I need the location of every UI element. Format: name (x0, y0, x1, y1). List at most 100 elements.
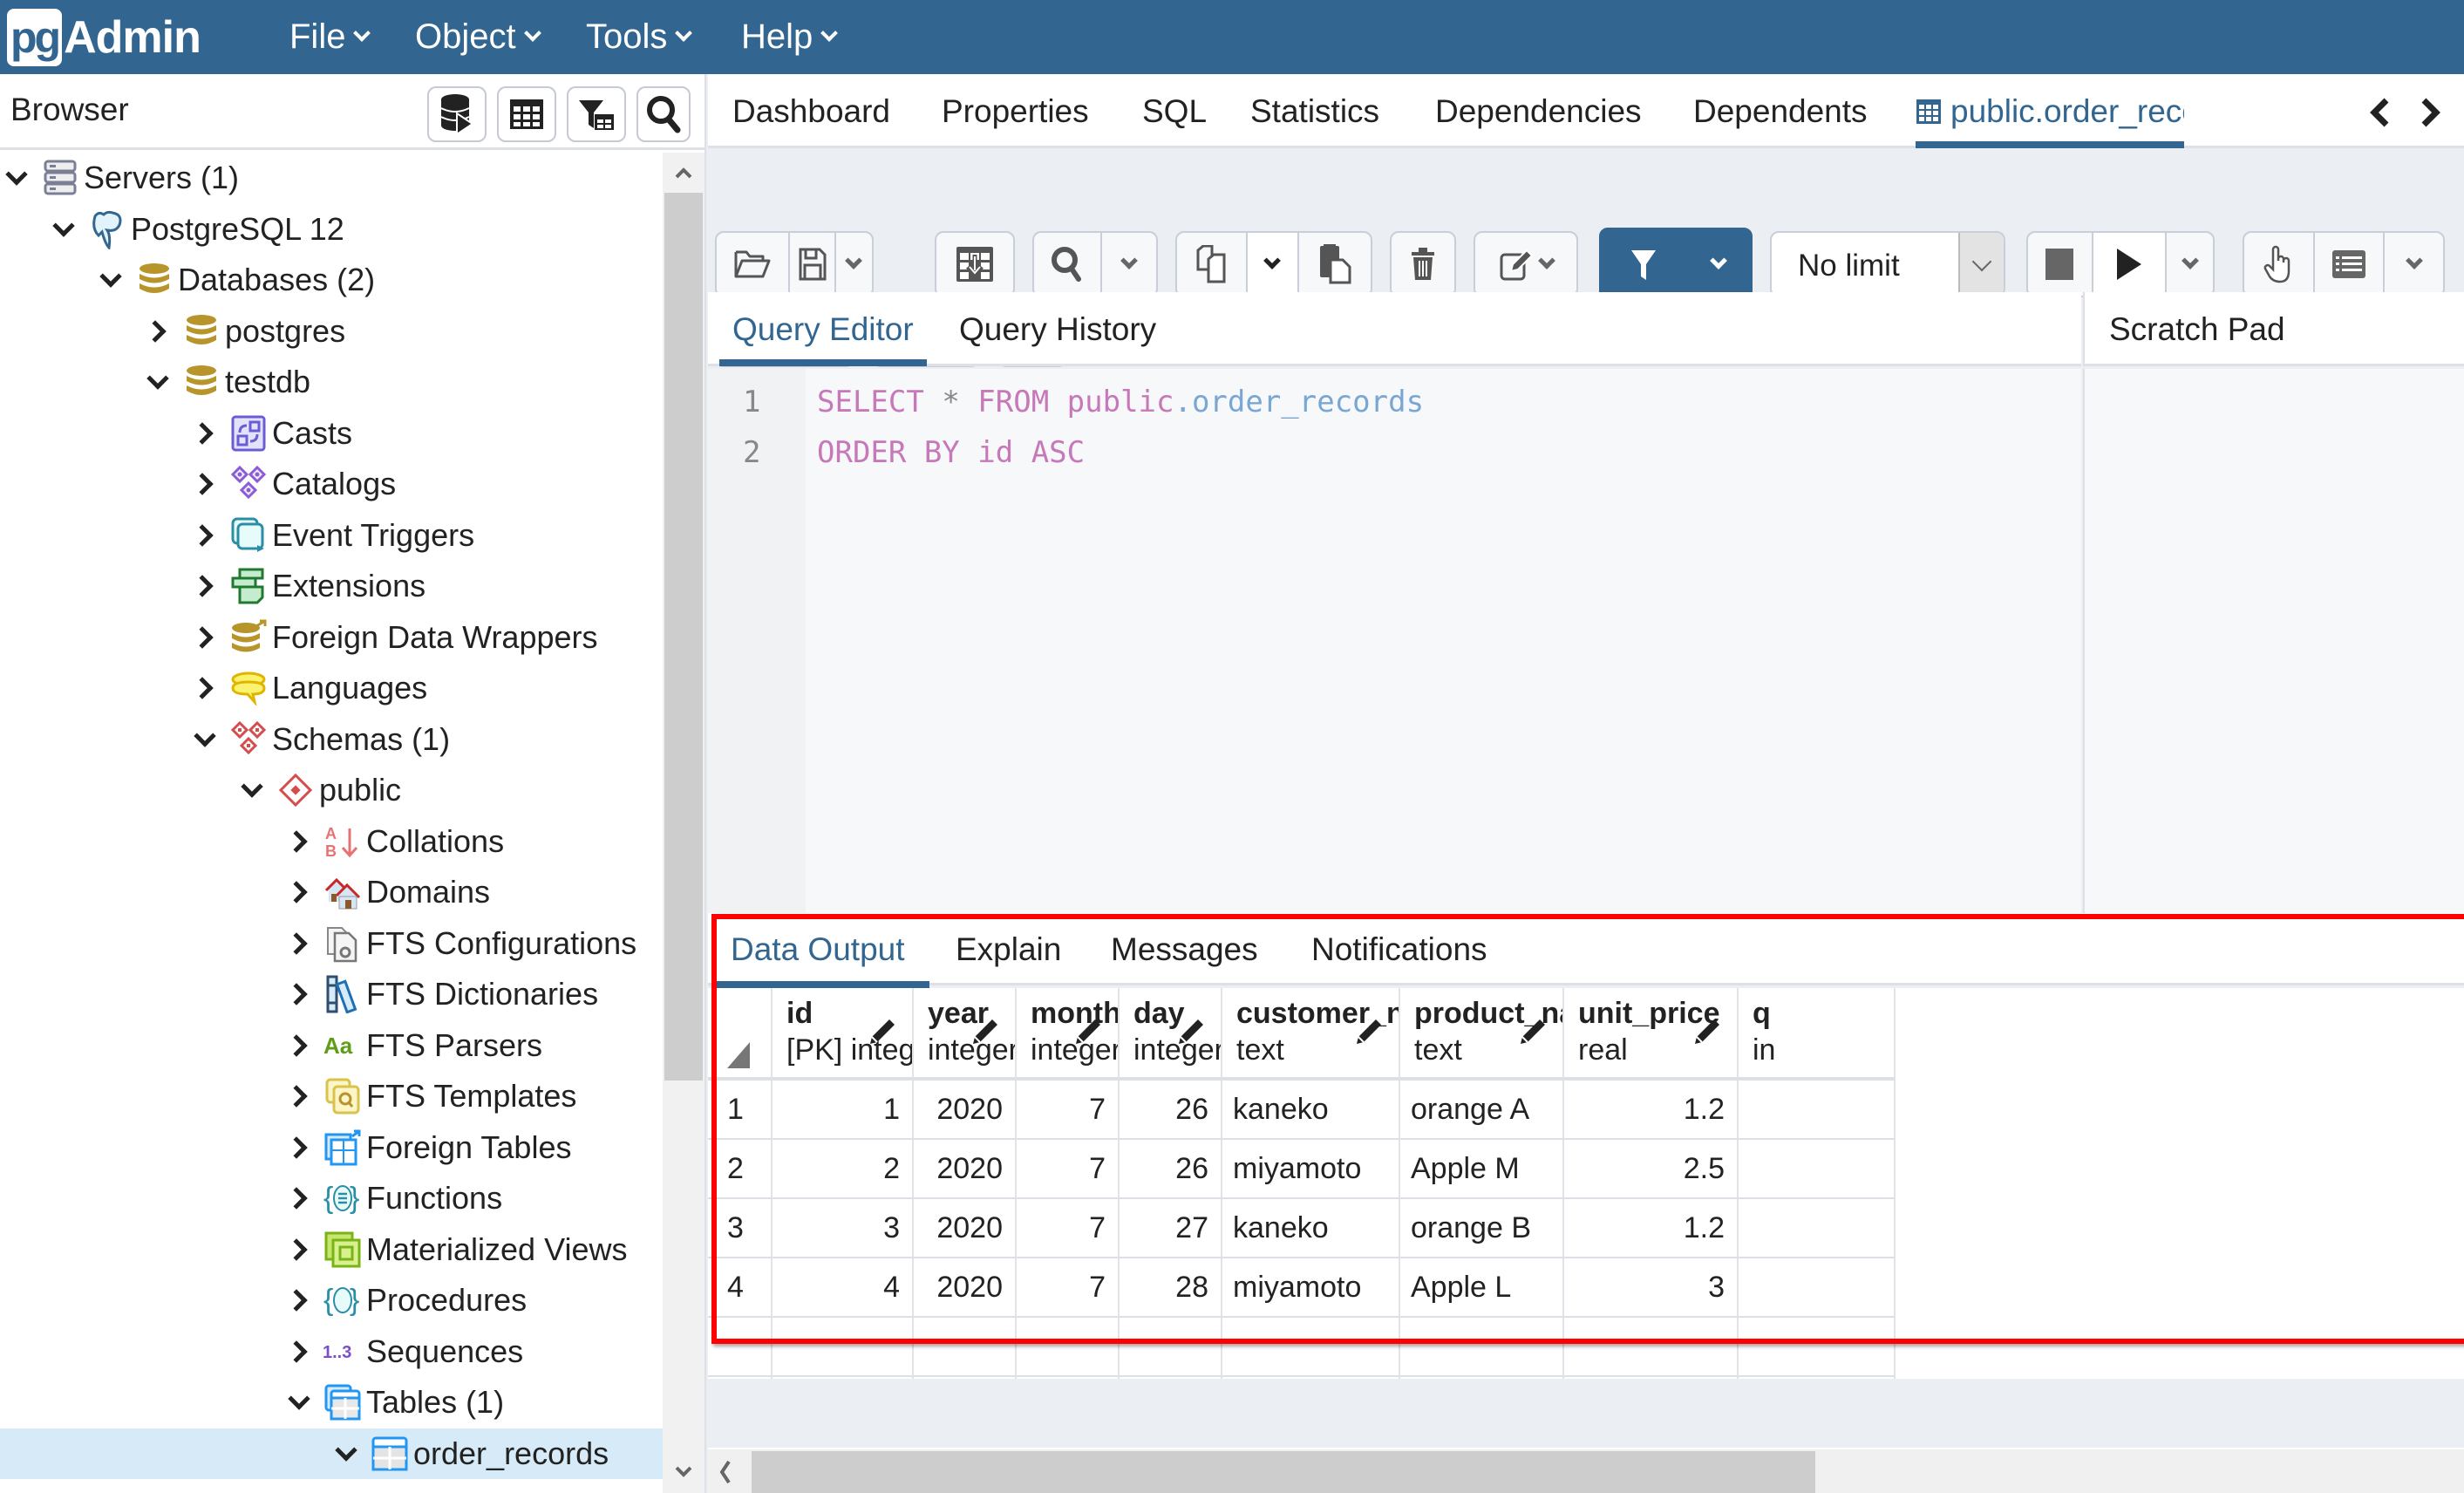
view-data-button[interactable] (497, 86, 556, 142)
horizontal-scrollbar-thumb[interactable] (752, 1451, 1815, 1493)
tab-dashboard[interactable]: Dashboard (732, 74, 890, 148)
chevron-right-icon[interactable] (192, 471, 218, 497)
tree-node-postgresql-12[interactable]: PostgreSQL 12 (0, 204, 663, 255)
tab-query-tool[interactable]: public.order_records/testd (1916, 74, 2184, 148)
chevron-down-icon[interactable] (145, 369, 171, 395)
menu-help[interactable]: Help (741, 0, 839, 74)
execute-button[interactable] (2093, 233, 2168, 296)
tab-data-output[interactable]: Data Output (713, 913, 929, 988)
chevron-right-icon[interactable] (286, 1287, 312, 1313)
tree-node-schemas-1[interactable]: Schemas (1) (0, 714, 663, 765)
grid-cell-month[interactable]: 7 (1017, 1258, 1120, 1318)
explain-dropdown-button[interactable] (2385, 233, 2443, 296)
tree-node-materialized-views[interactable]: Materialized Views (0, 1224, 663, 1275)
copy-button[interactable] (1177, 233, 1248, 296)
grid-cell-q[interactable] (1739, 1258, 1896, 1318)
row-number-cell[interactable]: 4 (708, 1258, 773, 1318)
grid-cell-day[interactable]: 27 (1120, 1199, 1222, 1258)
grid-cell-customer-name[interactable]: miyamoto (1222, 1258, 1400, 1318)
menu-object[interactable]: Object (415, 0, 541, 74)
grid-cell-id[interactable]: 1 (773, 1081, 914, 1140)
scroll-up-icon[interactable] (673, 163, 694, 184)
tab-dependencies[interactable]: Dependencies (1435, 74, 1642, 148)
chevron-right-icon[interactable] (192, 420, 218, 447)
chevron-down-icon[interactable] (192, 726, 218, 753)
filter-dropdown-button[interactable] (1686, 229, 1751, 299)
paste-row-button[interactable] (1299, 233, 1371, 296)
grid-cell-customer-name[interactable]: miyamoto (1222, 1140, 1400, 1199)
column-header-customer-name[interactable]: customer_nametext (1222, 988, 1400, 1081)
save-file-button[interactable] (790, 233, 836, 296)
delete-row-button[interactable] (1392, 233, 1454, 296)
tree-node-fts-configurations[interactable]: FTS Configurations (0, 918, 663, 969)
tree-node-public[interactable]: public (0, 765, 663, 815)
search-objects-button[interactable] (636, 86, 691, 142)
column-header-q[interactable]: q in (1739, 988, 1896, 1081)
grid-cell-month[interactable]: 7 (1017, 1199, 1120, 1258)
tree-node-domains[interactable]: Domains (0, 867, 663, 917)
grid-cell-product-name[interactable]: Apple L (1400, 1258, 1564, 1318)
column-header-year[interactable]: year integer (914, 988, 1017, 1081)
explain-analyze-button[interactable] (2315, 233, 2386, 296)
grid-cell-id[interactable]: 2 (773, 1140, 914, 1199)
tree-node-foreign-data-wrappers[interactable]: Foreign Data Wrappers (0, 612, 663, 663)
chevron-right-icon[interactable] (145, 318, 171, 344)
grid-cell-product-name[interactable]: orange A (1400, 1081, 1564, 1140)
tree-node-tables-1[interactable]: Tables (1) (0, 1377, 663, 1428)
row-number-cell[interactable]: 2 (708, 1140, 773, 1199)
tree-node-languages[interactable]: Languages (0, 663, 663, 713)
chevron-right-icon[interactable] (192, 675, 218, 701)
execute-dropdown-button[interactable] (2167, 233, 2213, 296)
query-tool-button[interactable] (427, 86, 487, 142)
row-number-cell[interactable]: 1 (708, 1081, 773, 1140)
column-header-unit-price[interactable]: unit_price real (1564, 988, 1739, 1081)
chevron-down-icon[interactable] (286, 1389, 312, 1415)
chevron-right-icon[interactable] (286, 1083, 312, 1109)
chevron-right-icon[interactable] (192, 522, 218, 549)
grid-cell-customer-name[interactable]: kaneko (1222, 1199, 1400, 1258)
tree-node-foreign-tables[interactable]: Foreign Tables (0, 1122, 663, 1173)
find-button[interactable] (1034, 233, 1102, 296)
grid-cell-day[interactable]: 28 (1120, 1258, 1222, 1318)
column-header-product-name[interactable]: product_nametext (1400, 988, 1564, 1081)
grid-cell-product-name[interactable]: orange B (1400, 1199, 1564, 1258)
tree-node-procedures[interactable]: {} Procedures (0, 1275, 663, 1326)
row-number-cell[interactable]: 3 (708, 1199, 773, 1258)
copy-dropdown-button[interactable] (1247, 233, 1299, 296)
grid-cell-customer-name[interactable]: kaneko (1222, 1081, 1400, 1140)
grid-cell-product-name[interactable]: Apple M (1400, 1140, 1564, 1199)
grid-cell-id[interactable]: 3 (773, 1199, 914, 1258)
tab-query-history[interactable]: Query History (959, 292, 1156, 366)
tree-node-extensions[interactable]: Extensions (0, 561, 663, 611)
chevron-right-icon[interactable] (286, 1237, 312, 1263)
chevron-down-icon[interactable] (239, 777, 265, 803)
grid-cell-unit-price[interactable]: 1.2 (1564, 1081, 1739, 1140)
chevron-right-icon[interactable] (286, 981, 312, 1007)
open-file-button[interactable] (717, 233, 791, 296)
filtered-rows-button[interactable] (567, 86, 626, 142)
chevron-right-icon[interactable] (286, 879, 312, 905)
grid-cell-year[interactable]: 2020 (914, 1199, 1017, 1258)
scroll-left-icon[interactable] (717, 1460, 734, 1484)
grid-cell-unit-price[interactable]: 3 (1564, 1258, 1739, 1318)
edit-filter-button[interactable] (1475, 233, 1576, 296)
chevron-down-icon[interactable] (3, 165, 30, 191)
grid-corner-cell[interactable] (708, 988, 773, 1081)
tab-statistics[interactable]: Statistics (1250, 74, 1379, 148)
tree-node-functions[interactable]: {} Functions (0, 1173, 663, 1224)
horizontal-scrollbar[interactable] (708, 1448, 2464, 1493)
chevron-right-icon[interactable] (286, 931, 312, 957)
cancel-query-button[interactable] (2028, 233, 2093, 296)
grid-cell-unit-price[interactable]: 2.5 (1564, 1140, 1739, 1199)
grid-cell-year[interactable]: 2020 (914, 1258, 1017, 1318)
column-header-day[interactable]: day integer (1120, 988, 1222, 1081)
chevron-right-icon[interactable] (192, 624, 218, 651)
chevron-right-icon[interactable] (286, 1185, 312, 1211)
grid-cell-year[interactable]: 2020 (914, 1140, 1017, 1199)
grid-cell-year[interactable]: 2020 (914, 1081, 1017, 1140)
tree-node-order-records[interactable]: order_records (0, 1428, 663, 1479)
chevron-right-icon[interactable] (286, 1033, 312, 1059)
grid-cell-q[interactable] (1739, 1199, 1896, 1258)
tab-messages[interactable]: Messages (1111, 913, 1258, 985)
find-dropdown-button[interactable] (1102, 233, 1156, 296)
